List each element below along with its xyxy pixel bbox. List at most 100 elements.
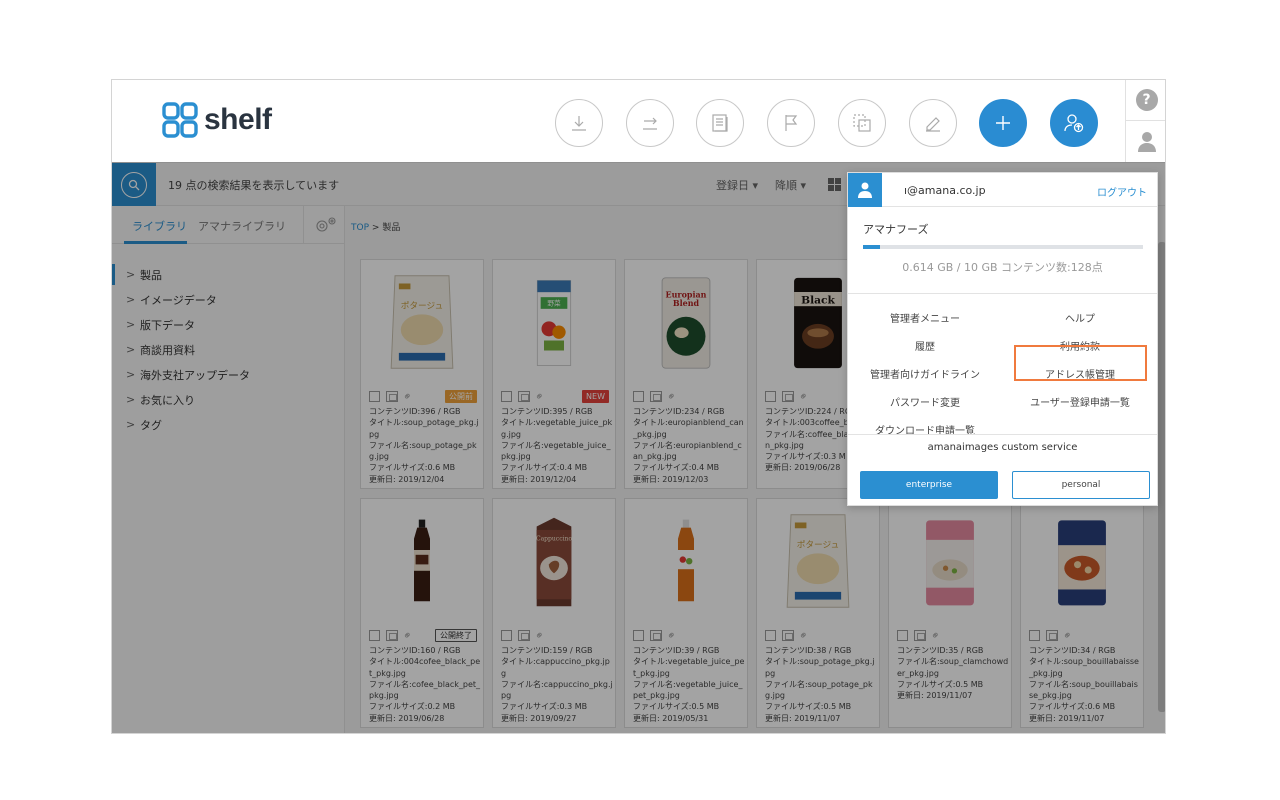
share-button[interactable]: [626, 99, 674, 147]
menu-admin-guideline[interactable]: 管理者向けガイドライン: [860, 366, 990, 381]
preview-icon[interactable]: [782, 630, 794, 641]
menu-help[interactable]: ヘルプ: [1015, 310, 1145, 325]
product-thumbnail[interactable]: [361, 499, 483, 625]
sort-field-select[interactable]: 登録日 ▾: [716, 177, 758, 193]
preview-icon[interactable]: [386, 630, 398, 641]
sort-order-select[interactable]: 降順 ▾: [775, 177, 806, 193]
flag-button[interactable]: [767, 99, 815, 147]
personal-button[interactable]: personal: [1012, 471, 1150, 499]
document-button[interactable]: [696, 99, 744, 147]
link-icon[interactable]: ⚭: [664, 389, 680, 405]
header-side-column: ?: [1125, 80, 1165, 162]
custom-service-label: amanaimages custom service: [927, 442, 1078, 453]
preview-icon[interactable]: [518, 391, 530, 402]
account-button[interactable]: [1126, 121, 1165, 162]
menu-admin[interactable]: 管理者メニュー: [860, 310, 990, 325]
content-card[interactable]: ⚭ 公開終了 コンテンツID:160 / RGB タイトル:004cofee_blac…: [360, 498, 484, 728]
svg-text:ポタージュ: ポタージュ: [797, 540, 840, 551]
link-icon[interactable]: ⚭: [532, 389, 548, 405]
preview-icon[interactable]: [650, 630, 662, 641]
search-button[interactable]: [112, 163, 156, 206]
content-card[interactable]: Cappuccino ⚭ コンテンツID:159 / RGB タイトル:cappucc…: [492, 498, 616, 728]
content-card[interactable]: ⚭ コンテンツID:39 / RGB タイトル:vegetable_juice_pe…: [624, 498, 748, 728]
tab-amana-library[interactable]: アマナライブラリ: [198, 218, 286, 234]
tree-item-tags[interactable]: > タグ: [112, 412, 345, 437]
select-checkbox[interactable]: [633, 391, 644, 402]
tab-library[interactable]: ライブラリ: [132, 218, 187, 234]
content-card[interactable]: Europian Blend ⚭ コンテンツID:234 / RGB タイトル:euro…: [624, 259, 748, 489]
preview-icon[interactable]: [914, 630, 926, 641]
tree-item-overseas-upload[interactable]: > 海外支社アップデータ: [112, 362, 345, 387]
collection-button[interactable]: [838, 99, 886, 147]
menu-user-requests[interactable]: ユーザー登録申請一覧: [1015, 394, 1145, 409]
product-thumbnail[interactable]: ポタージュ: [757, 499, 879, 625]
metadata-line: ファイルサイズ:0.2 MB: [369, 702, 456, 712]
svg-text:Europian: Europian: [666, 290, 707, 299]
content-card[interactable]: ポタージュ ⚭ コンテンツID:38 / RGB タイトル:soup_potage_p…: [756, 498, 880, 728]
grid-view-icon[interactable]: [828, 178, 841, 191]
select-checkbox[interactable]: [765, 391, 776, 402]
select-checkbox[interactable]: [369, 391, 380, 402]
library-settings-button[interactable]: [303, 206, 345, 244]
breadcrumb: TOP > 製品: [351, 220, 400, 233]
content-card[interactable]: 野菜 ⚭ NEW コンテンツID:395 / RGB タイトル:vegetable_ju…: [492, 259, 616, 489]
product-thumbnail[interactable]: Cappuccino: [493, 499, 615, 625]
link-icon[interactable]: ⚭: [400, 628, 416, 644]
tree-item-products[interactable]: > 製品: [112, 262, 345, 287]
metadata-line: ファイルサイズ:0.5 MB: [633, 702, 720, 712]
select-checkbox[interactable]: [501, 630, 512, 641]
product-thumbnail[interactable]: [1021, 499, 1143, 625]
storage-usage-text: 0.614 GB / 10 GB コンテンツ数:128点: [902, 261, 1103, 274]
help-button[interactable]: ?: [1126, 80, 1165, 121]
link-icon[interactable]: ⚭: [400, 389, 416, 405]
metadata-line: 更新日: 2019/06/28: [369, 713, 445, 723]
scrollbar[interactable]: [1158, 242, 1165, 712]
tree-item-block-copy[interactable]: > 版下データ: [112, 312, 345, 337]
download-button[interactable]: [555, 99, 603, 147]
content-card[interactable]: ⚭ コンテンツID:34 / RGB タイトル:soup_bouillabaisse…: [1020, 498, 1144, 728]
menu-history[interactable]: 履歴: [860, 338, 990, 353]
preview-icon[interactable]: [518, 630, 530, 641]
document-icon: [712, 114, 728, 132]
product-thumbnail[interactable]: Europian Blend: [625, 260, 747, 386]
select-checkbox[interactable]: [1029, 630, 1040, 641]
link-icon[interactable]: ⚭: [664, 628, 680, 644]
chevron-right-icon: >: [126, 318, 136, 331]
select-checkbox[interactable]: [501, 391, 512, 402]
logout-link[interactable]: ログアウト: [1097, 184, 1147, 199]
tree-item-favorites[interactable]: > お気に入り: [112, 387, 345, 412]
product-thumbnail[interactable]: 野菜: [493, 260, 615, 386]
tree-item-image-data[interactable]: > イメージデータ: [112, 287, 345, 312]
content-card[interactable]: ポタージュ ⚭ 公開前 コンテンツID:396 / RGB タイトル:soup_pota…: [360, 259, 484, 489]
product-thumbnail[interactable]: [625, 499, 747, 625]
breadcrumb-top-link[interactable]: TOP: [351, 223, 369, 233]
link-icon[interactable]: ⚭: [796, 628, 812, 644]
link-icon[interactable]: ⚭: [532, 628, 548, 644]
user-upload-button[interactable]: [1050, 99, 1098, 147]
select-checkbox[interactable]: [897, 630, 908, 641]
preview-icon[interactable]: [782, 391, 794, 402]
edit-button[interactable]: [909, 99, 957, 147]
link-icon[interactable]: ⚭: [928, 628, 944, 644]
enterprise-button[interactable]: enterprise: [860, 471, 998, 499]
gear-icon: [315, 217, 336, 232]
select-checkbox[interactable]: [633, 630, 644, 641]
metadata-line: ファイル名:vegetable_juice_pet_pkg.jpg: [633, 679, 743, 701]
menu-change-password[interactable]: パスワード変更: [860, 394, 990, 409]
metadata-line: 更新日: 2019/12/03: [633, 474, 709, 484]
product-thumbnail[interactable]: [889, 499, 1011, 625]
product-thumbnail[interactable]: ポタージュ: [361, 260, 483, 386]
content-card[interactable]: ⚭ コンテンツID:35 / RGB ファイル名:soup_clamchowder_…: [888, 498, 1012, 728]
metadata-line: ファイルサイズ:0.4 MB: [633, 463, 720, 473]
add-button[interactable]: [979, 99, 1027, 147]
collection-icon: [853, 114, 871, 132]
preview-icon[interactable]: [386, 391, 398, 402]
select-checkbox[interactable]: [369, 630, 380, 641]
link-icon[interactable]: ⚭: [796, 389, 812, 405]
logo[interactable]: shelf: [162, 102, 272, 138]
preview-icon[interactable]: [1046, 630, 1058, 641]
preview-icon[interactable]: [650, 391, 662, 402]
tree-item-sales-materials[interactable]: > 商談用資料: [112, 337, 345, 362]
select-checkbox[interactable]: [765, 630, 776, 641]
link-icon[interactable]: ⚭: [1060, 628, 1076, 644]
